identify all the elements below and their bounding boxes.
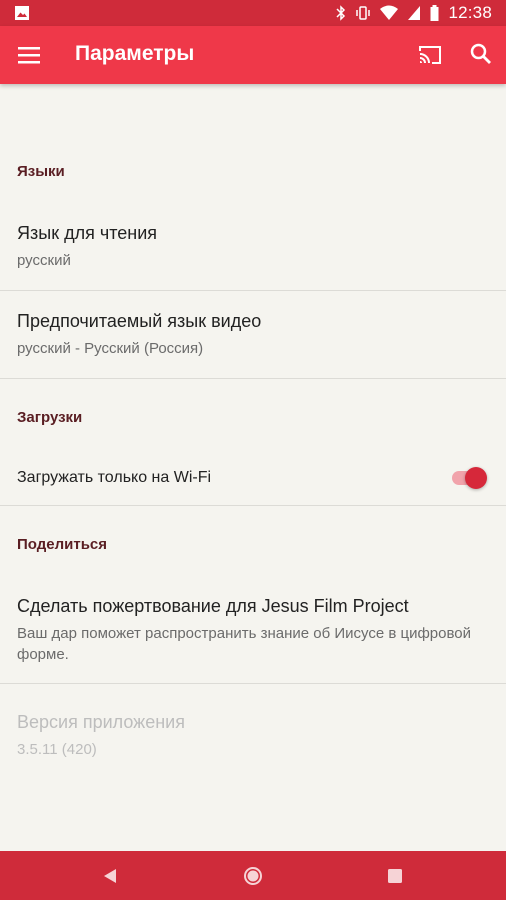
reading-language-title: Язык для чтения — [17, 223, 157, 243]
divider — [0, 378, 506, 379]
image-icon — [15, 6, 29, 20]
section-header-downloads: Загрузки — [17, 409, 83, 426]
page-title: Параметры — [75, 42, 195, 65]
video-language-title: Предпочитаемый язык видео — [17, 311, 262, 331]
wifi-only-switch[interactable] — [452, 467, 487, 489]
app-version-setting: Версия приложения 3.5.11 (420) — [0, 712, 506, 760]
cast-icon[interactable] — [418, 43, 442, 67]
switch-thumb — [465, 467, 487, 489]
donate-title: Сделать пожертвование для Jesus Film Pro… — [17, 596, 409, 616]
section-header-languages: Языки — [17, 163, 65, 180]
vibrate-icon — [356, 6, 371, 20]
battery-icon — [430, 5, 439, 21]
donate-description: Ваш дар поможет распространить знание об… — [17, 625, 472, 663]
app-version-title: Версия приложения — [17, 712, 185, 732]
recents-icon[interactable] — [384, 865, 406, 887]
app-bar: Параметры — [0, 26, 506, 84]
app-version-value: 3.5.11 (420) — [17, 741, 97, 758]
divider — [0, 683, 506, 684]
status-time: 12:38 — [448, 3, 492, 22]
video-language-value: русский - Русский (Россия) — [17, 340, 204, 357]
wifi-only-setting[interactable]: Загружать только на Wi-Fi — [0, 455, 506, 501]
home-icon[interactable] — [242, 865, 264, 887]
status-bar: 12:38 — [0, 0, 506, 26]
search-icon[interactable] — [470, 43, 492, 65]
wifi-only-label: Загружать только на Wi-Fi — [17, 469, 212, 486]
navigation-bar — [0, 851, 506, 900]
video-language-setting[interactable]: Предпочитаемый язык видео русский - Русс… — [0, 311, 506, 359]
reading-language-value: русский — [17, 252, 71, 269]
cellular-icon — [408, 6, 421, 20]
donate-setting[interactable]: Сделать пожертвование для Jesus Film Pro… — [0, 596, 506, 665]
back-icon[interactable] — [99, 865, 121, 887]
divider — [0, 290, 506, 291]
reading-language-setting[interactable]: Язык для чтения русский — [0, 223, 506, 271]
wifi-icon — [380, 5, 399, 20]
menu-icon[interactable] — [18, 45, 40, 65]
section-header-share: Поделиться — [17, 536, 108, 553]
divider — [0, 505, 506, 506]
bluetooth-icon — [336, 5, 346, 21]
